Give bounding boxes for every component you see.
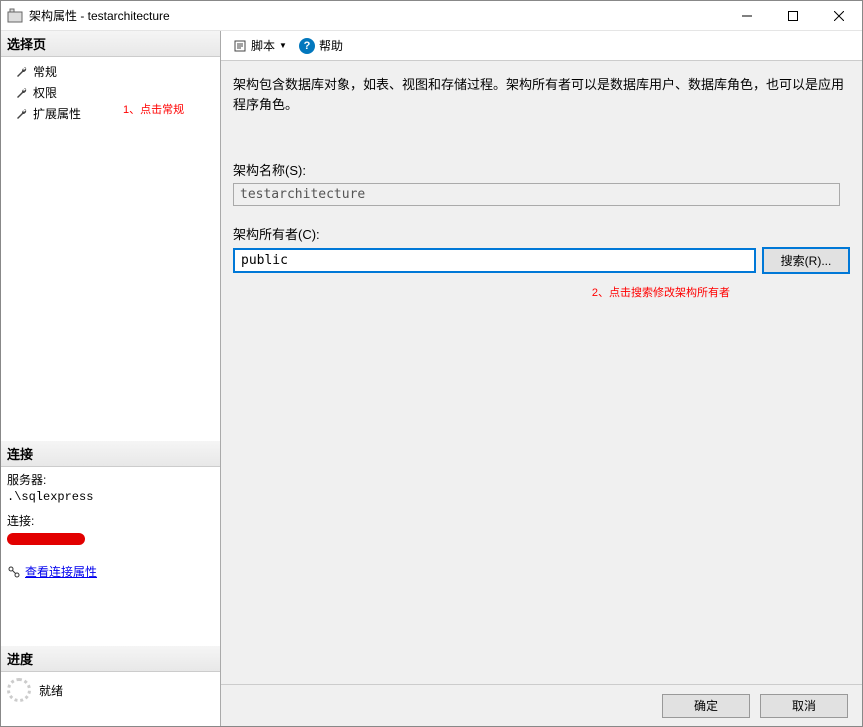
page-item-label: 扩展属性 (33, 105, 81, 122)
chevron-down-icon: ▼ (279, 41, 287, 50)
content-area: 架构包含数据库对象，如表、视图和存储过程。架构所有者可以是数据库用户、数据库角色… (221, 61, 862, 684)
wrench-icon (15, 65, 29, 79)
page-list: 常规 权限 扩展属性 (1, 57, 220, 128)
progress-status: 就绪 (39, 682, 63, 699)
progress-header: 进度 (1, 646, 220, 672)
page-item-label: 常规 (33, 63, 57, 80)
right-panel: 脚本 ▼ ? 帮助 架构包含数据库对象，如表、视图和存储过程。架构所有者可以是数… (221, 31, 862, 726)
app-icon (7, 8, 23, 24)
cancel-button[interactable]: 取消 (760, 694, 848, 718)
schema-owner-label: 架构所有者(C): (233, 224, 850, 243)
help-button[interactable]: ? 帮助 (295, 35, 347, 56)
server-value: .\sqlexpress (7, 490, 214, 504)
window-title: 架构属性 - testarchitecture (29, 7, 724, 24)
select-page-header: 选择页 (1, 31, 220, 57)
titlebar: 架构属性 - testarchitecture (1, 1, 862, 31)
help-icon: ? (299, 38, 315, 54)
dialog-footer: 确定 取消 (221, 684, 862, 726)
page-item-permissions[interactable]: 权限 (1, 82, 220, 103)
wrench-icon (15, 86, 29, 100)
redacted-value (7, 533, 85, 545)
page-item-general[interactable]: 常规 (1, 61, 220, 82)
script-label: 脚本 (251, 37, 275, 54)
server-label: 服务器: (7, 471, 214, 488)
schema-name-label: 架构名称(S): (233, 160, 850, 179)
script-dropdown[interactable]: 脚本 ▼ (229, 35, 291, 56)
progress-spinner-icon (7, 678, 31, 702)
schema-name-input: testarchitecture (233, 183, 840, 206)
script-icon (233, 39, 247, 53)
close-button[interactable] (816, 1, 862, 31)
annotation-1: 1、点击常规 (123, 101, 184, 117)
window-controls (724, 1, 862, 31)
schema-owner-input[interactable]: public (233, 248, 756, 273)
connection-label: 连接: (7, 512, 214, 529)
connection-content: 服务器: .\sqlexpress 连接: 查看连接属性 (1, 467, 220, 586)
maximize-button[interactable] (770, 1, 816, 31)
help-label: 帮助 (319, 37, 343, 54)
view-connection-properties-link[interactable]: 查看连接属性 (25, 563, 97, 580)
link-icon (7, 565, 21, 579)
annotation-2: 2、点击搜索修改架构所有者 (233, 284, 850, 300)
minimize-button[interactable] (724, 1, 770, 31)
connection-header: 连接 (1, 441, 220, 467)
toolbar: 脚本 ▼ ? 帮助 (221, 31, 862, 61)
schema-description: 架构包含数据库对象，如表、视图和存储过程。架构所有者可以是数据库用户、数据库角色… (233, 75, 850, 114)
page-item-extended[interactable]: 扩展属性 (1, 103, 220, 124)
search-button[interactable]: 搜索(R)... (762, 247, 850, 274)
progress-content: 就绪 (1, 672, 220, 708)
wrench-icon (15, 107, 29, 121)
page-item-label: 权限 (33, 84, 57, 101)
left-panel: 选择页 常规 权限 扩展属性 1、点击常规 (1, 31, 221, 726)
ok-button[interactable]: 确定 (662, 694, 750, 718)
